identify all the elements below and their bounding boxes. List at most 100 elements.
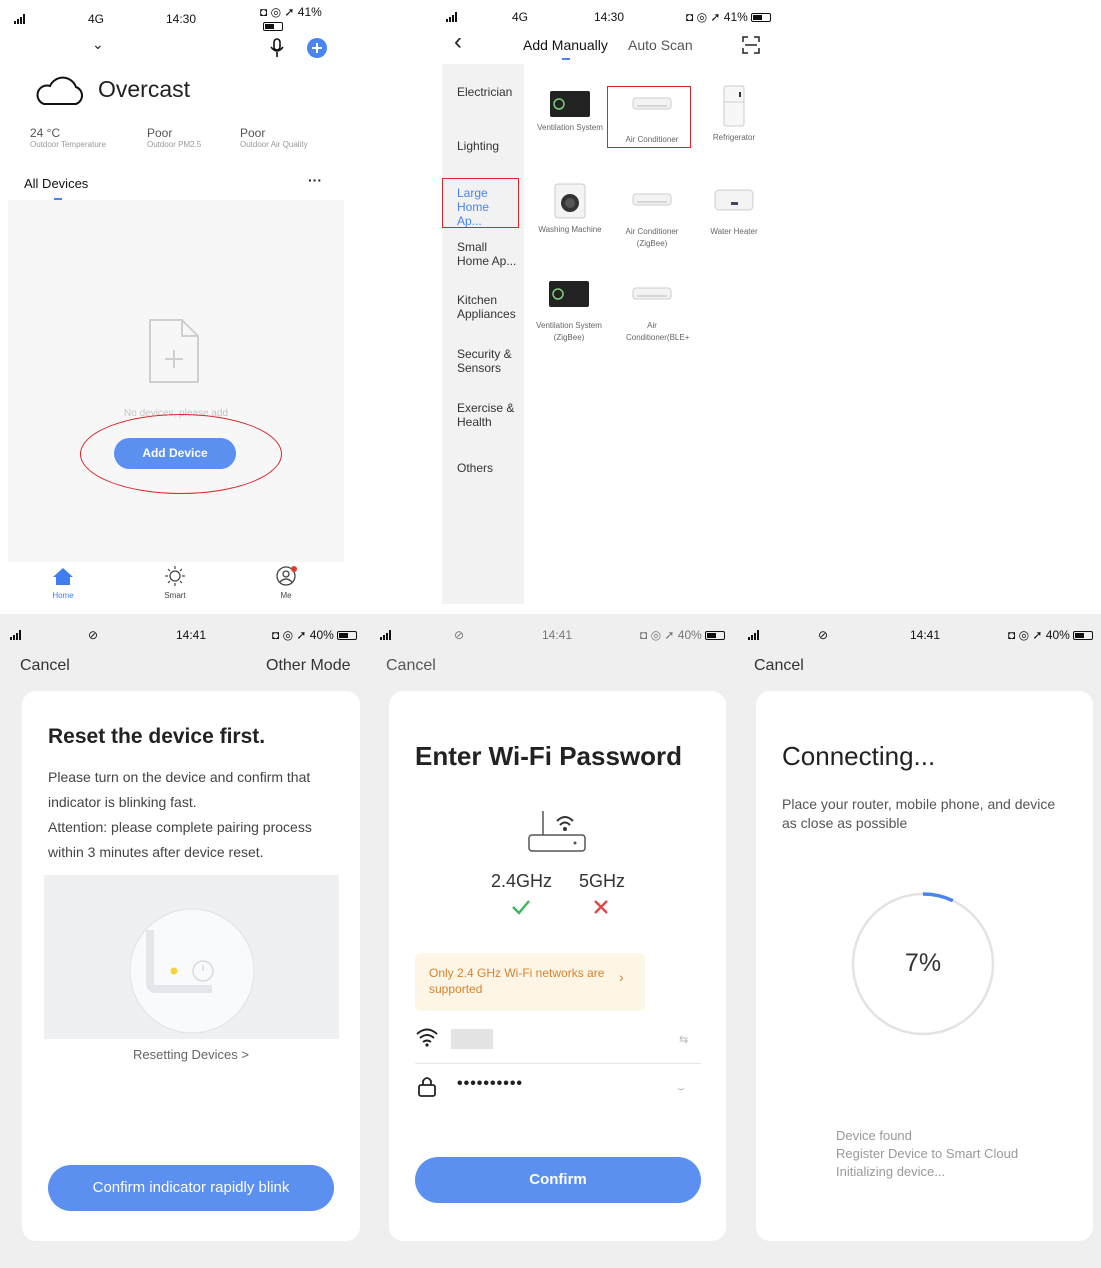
battery-icon [336, 631, 357, 641]
device-refrigerator[interactable]: Refrigerator [694, 84, 774, 144]
tab-auto-scan[interactable]: Auto Scan [628, 37, 693, 53]
stat-value: Poor [147, 126, 173, 140]
status-time: 14:41 [542, 628, 573, 642]
reset-attention: Attention: please complete pairing proce… [48, 819, 312, 860]
lock-icon [418, 1077, 436, 1097]
chevron-down-icon[interactable]: ⌄ [92, 36, 104, 53]
connecting-subtitle: Place your router, mobile phone, and dev… [782, 796, 1056, 831]
category-small-home-appliances[interactable]: Small Home Ap... [457, 240, 519, 268]
category-sidebar: Electrician Lighting Large Home Ap... Sm… [442, 64, 524, 604]
stat-air-quality: Poor Outdoor Air Quality [240, 126, 308, 149]
more-icon[interactable]: ··· [308, 172, 322, 188]
category-security-sensors[interactable]: Security & Sensors [457, 347, 519, 375]
band-24ghz: 2.4GHz [491, 871, 553, 891]
status-icons: ◘ ◎ ➚ 40% [1008, 628, 1093, 642]
status-time: 14:41 [176, 628, 207, 642]
status-time: 14:41 [910, 628, 941, 642]
device-washing-machine[interactable]: Washing Machine [530, 182, 610, 236]
cancel-button[interactable]: Cancel [754, 657, 804, 675]
step-device-found: Device found [836, 1128, 912, 1143]
status-icons: ◘ ◎ ➚ 40% [272, 628, 357, 642]
category-exercise-health[interactable]: Exercise & Health [457, 401, 519, 429]
confirm-blink-button[interactable]: Confirm indicator rapidly blink [48, 1165, 334, 1211]
stat-value: 24 °C [30, 126, 61, 140]
ventilation-icon [550, 91, 590, 117]
resetting-devices-link[interactable]: Resetting Devices > [22, 1047, 360, 1062]
nav-label: Smart [164, 591, 186, 600]
pairing-flow-strip: ⊘ 14:41 ◘ ◎ ➚ 40% ⊘ 14:41 ◘ ◎ ➚ 40% ⊘ 14… [0, 614, 1101, 1268]
device-water-heater[interactable]: Water Heater [694, 186, 774, 238]
router-icon [528, 811, 586, 852]
cloud-icon [36, 76, 83, 105]
tab-indicator [562, 58, 570, 60]
link-icon: ⊘ [454, 628, 465, 642]
status-time: 14:30 [594, 10, 625, 24]
scan-icon[interactable] [742, 36, 760, 54]
eye-hidden-icon[interactable]: ⌣ [677, 1081, 685, 1096]
battery-icon [263, 22, 283, 32]
cancel-button[interactable]: Cancel [20, 657, 70, 675]
cancel-button[interactable]: Cancel [386, 657, 436, 675]
connection-steps: Device found Register Device to Smart Cl… [836, 1127, 1018, 1181]
tab-add-manually[interactable]: Add Manually [523, 37, 608, 53]
add-circle-icon[interactable] [306, 37, 328, 59]
network-label: 4G [88, 12, 105, 26]
password-field[interactable]: •••••••••• [457, 1075, 523, 1093]
link-icon: ⊘ [818, 628, 829, 642]
device-ventilation-system-zigbee[interactable]: Ventilation System (ZigBee) [534, 280, 604, 344]
back-icon[interactable]: ‹ [454, 30, 462, 54]
device-label: Air Conditioner (ZigBee) [625, 227, 679, 248]
link-icon: ⊘ [88, 628, 99, 642]
stat-label: Outdoor Air Quality [240, 140, 308, 149]
nav-home[interactable]: Home [48, 566, 78, 600]
device-label: Water Heater [710, 227, 758, 236]
device-label: Washing Machine [538, 225, 602, 234]
device-label: Air Conditioner(BLE+ [626, 321, 690, 342]
ventilation-icon [549, 281, 589, 307]
stat-pm25: Poor Outdoor PM2.5 [147, 126, 201, 149]
other-mode-button[interactable]: Other Mode [266, 657, 350, 675]
nav-me[interactable]: Me [271, 566, 301, 600]
reset-illustration [44, 875, 339, 1039]
step-initializing: Initializing device... [836, 1164, 946, 1179]
microphone-icon[interactable] [270, 38, 284, 58]
tab-all-devices[interactable]: All Devices [24, 176, 88, 191]
refrigerator-icon [723, 85, 745, 127]
category-lighting[interactable]: Lighting [457, 139, 499, 153]
network-label: 4G [512, 10, 529, 24]
step-register-cloud: Register Device to Smart Cloud [836, 1146, 1019, 1161]
device-ventilation-system[interactable]: Ventilation System [530, 90, 610, 134]
device-label: Refrigerator [712, 133, 756, 142]
stat-value: Poor [240, 126, 266, 140]
water-heater-icon [714, 189, 754, 211]
highlight-box [607, 86, 691, 148]
reset-title: Reset the device first. [48, 725, 266, 748]
battery-percent: 41% [723, 10, 748, 24]
confirm-button[interactable]: Confirm [415, 1157, 701, 1203]
reset-instructions: Please turn on the device and confirm th… [48, 769, 311, 810]
nav-smart[interactable]: Smart [160, 566, 190, 600]
category-kitchen-appliances[interactable]: Kitchen Appliances [457, 293, 521, 321]
switch-network-icon[interactable]: ⇆ [679, 1033, 688, 1046]
weather-title: Overcast [98, 76, 191, 102]
check-icon [512, 900, 530, 915]
stat-temperature: 24 °C Outdoor Temperature [30, 126, 106, 149]
device-air-conditioner-zigbee[interactable]: Air Conditioner (ZigBee) [610, 186, 694, 250]
band-notice[interactable]: Only 2.4 GHz Wi-Fi networks are supporte… [415, 953, 645, 1011]
status-bar: ⊘ 14:41 ◘ ◎ ➚ 40% [10, 624, 370, 646]
status-icons: ◘ ◎ ➚ 41% [260, 5, 340, 33]
category-electrician[interactable]: Electrician [457, 85, 512, 99]
connecting-card: Connecting... Place your router, mobile … [756, 691, 1093, 1241]
highlight-ellipse [80, 414, 282, 494]
status-time: 14:30 [166, 12, 197, 26]
wifi-card: Enter Wi-Fi Password 2.4GHz 5GHz Only 2.… [389, 691, 726, 1241]
device-air-conditioner-ble[interactable]: Air Conditioner(BLE+ [612, 280, 692, 344]
add-device-screen: 4G 14:30 ◘ ◎ ➚ 41% ‹ Add Manually Auto S… [442, 0, 779, 604]
profile-icon [276, 566, 297, 586]
stat-label: Outdoor PM2.5 [147, 140, 202, 149]
category-others[interactable]: Others [457, 461, 493, 475]
ssid-field[interactable] [451, 1029, 493, 1049]
sun-icon [165, 566, 185, 586]
device-label: Ventilation System [537, 123, 603, 132]
nav-label: Home [52, 591, 74, 600]
